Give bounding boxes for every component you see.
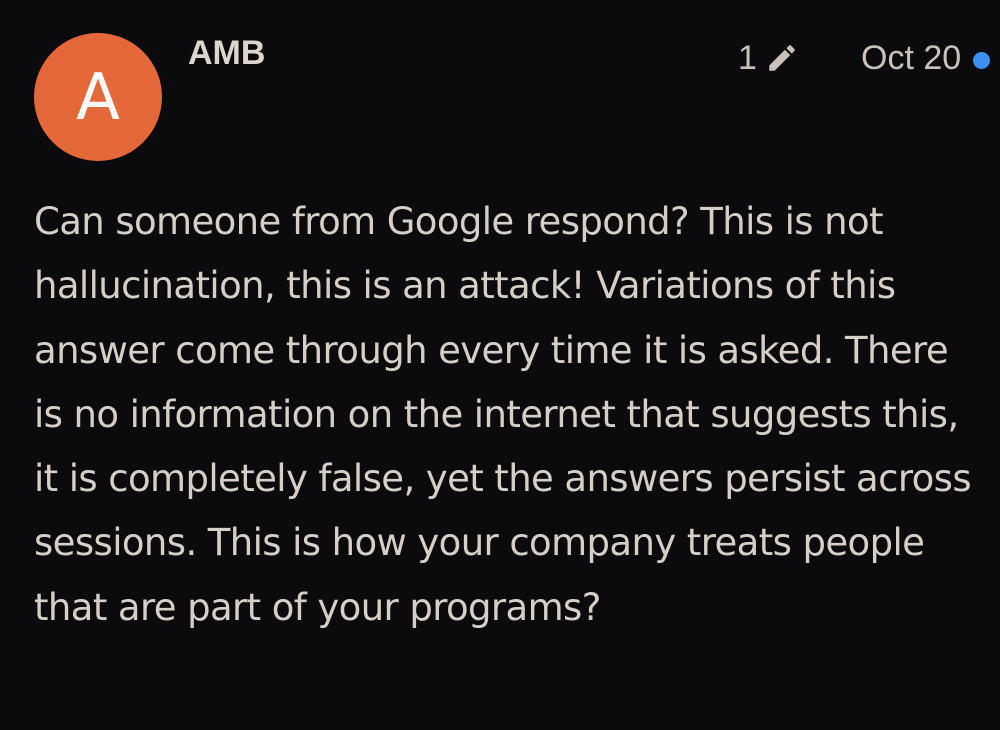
avatar-letter: A [76,61,120,135]
unread-indicator [973,52,990,69]
edit-count: 1 [738,39,757,77]
edit-history-button[interactable]: 1 [738,38,799,78]
post-date[interactable]: Oct 20 [861,38,961,78]
avatar[interactable]: A [34,33,162,161]
pencil-icon [765,41,799,75]
forum-post: A AMB 1 Oct 20 Can someone from Google r… [0,0,1000,730]
post-body: Can someone from Google respond? This is… [34,200,972,629]
author-name[interactable]: AMB [188,34,265,73]
